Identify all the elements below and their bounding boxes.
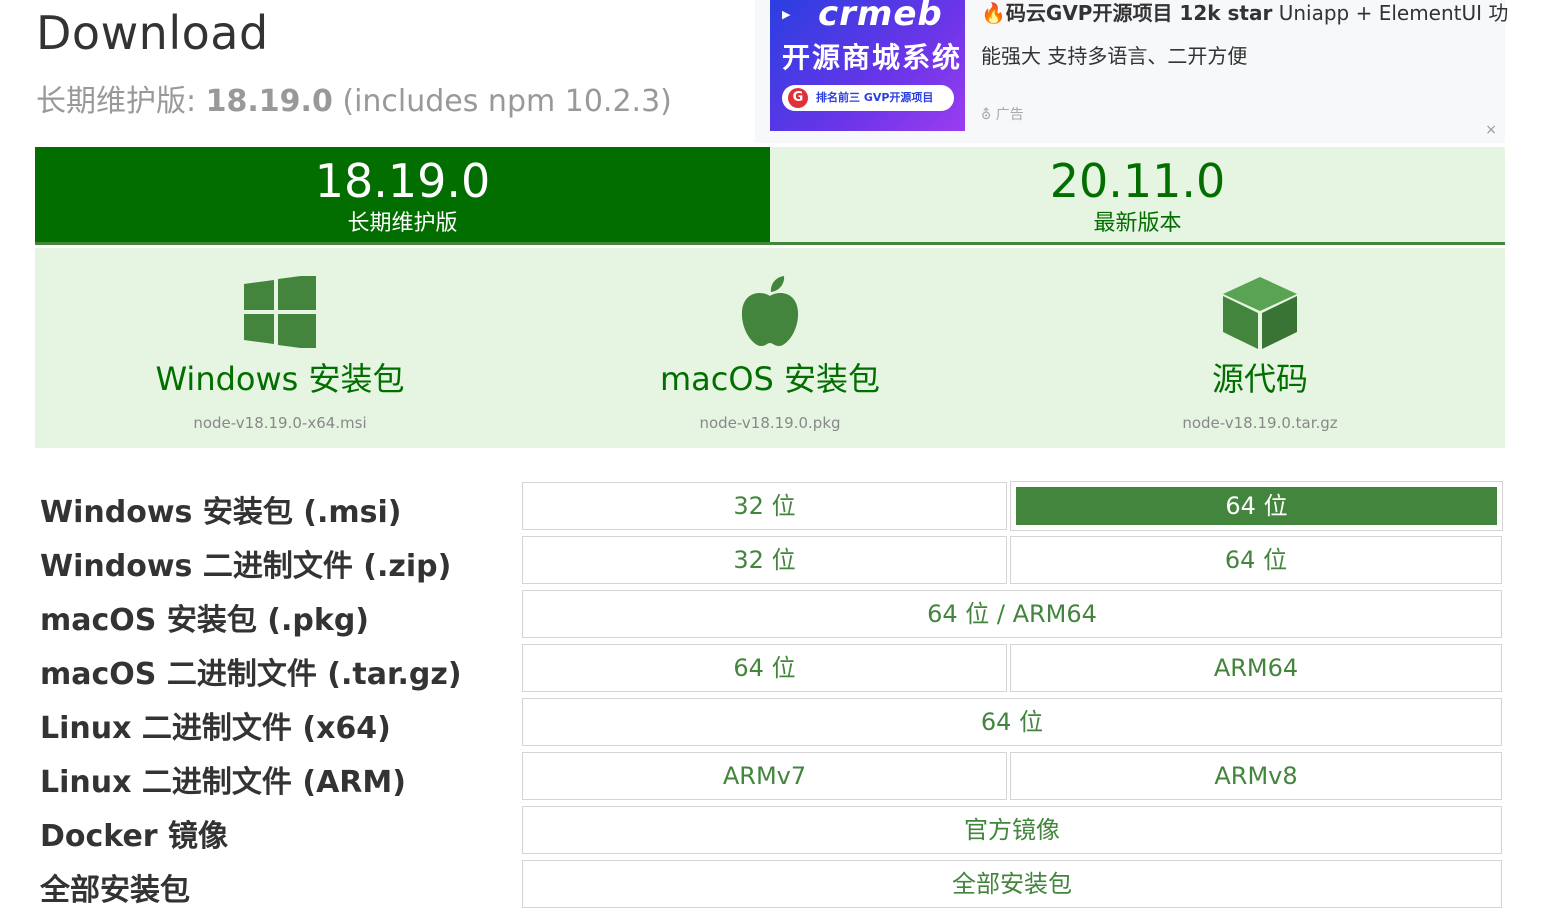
download-windows-zip-32[interactable]: 32 位 (522, 536, 1007, 584)
lts-version: 18.19.0 (205, 84, 333, 119)
tab-current[interactable]: 20.11.0 最新版本 (770, 147, 1505, 242)
tab-lts[interactable]: 18.19.0 长期维护版 (35, 147, 770, 242)
tab-lts-label: 长期维护版 (347, 211, 458, 236)
ad-image[interactable]: ▶ crmeb 开源商城系统 G 排名前三 GVP开源项目 (770, 0, 965, 131)
play-icon: ▶ (782, 8, 791, 21)
download-linux-armv7[interactable]: ARMv7 (522, 752, 1007, 800)
gitee-icon: G (788, 88, 808, 108)
download-all-installers[interactable]: 全部安装包 (522, 860, 1502, 908)
download-docker-image[interactable]: 官方镜像 (522, 806, 1502, 854)
apple-icon (741, 276, 799, 346)
ad-label: ⛢ 广告 (981, 104, 1024, 124)
ad-image-logo: crmeb (818, 0, 943, 34)
ad-title-bold: 码云GVP开源项目 12k star (1005, 1, 1273, 25)
download-windows-zip-64[interactable]: 64 位 (1010, 536, 1502, 584)
close-icon[interactable]: × (1485, 122, 1497, 138)
ad-banner[interactable]: ▶ crmeb 开源商城系统 G 排名前三 GVP开源项目 🔥码云GVP开源项目… (755, 0, 1508, 143)
source-code-file: node-v18.19.0.tar.gz (1182, 414, 1338, 432)
row-label-linux-arm: Linux 二进制文件 (ARM) (40, 765, 406, 800)
row-label-all: 全部安装包 (40, 873, 190, 908)
macos-installer-file: node-v18.19.0.pkg (699, 414, 841, 432)
box-icon (1223, 277, 1297, 349)
row-label-macos-pkg: macOS 安装包 (.pkg) (40, 603, 370, 638)
macos-installer-link[interactable]: macOS 安装包 node-v18.19.0.pkg (525, 248, 1015, 448)
macos-installer-name: macOS 安装包 (659, 360, 881, 398)
row-label-macos-targz: macOS 二进制文件 (.tar.gz) (40, 657, 462, 692)
download-macos-targz-arm64[interactable]: ARM64 (1010, 644, 1502, 692)
ad-title[interactable]: 🔥码云GVP开源项目 12k star Uniapp + ElementUI 功 (981, 0, 1508, 26)
windows-installer-link[interactable]: Windows 安装包 node-v18.19.0-x64.msi (35, 248, 525, 448)
download-linux-x64[interactable]: 64 位 (522, 698, 1502, 746)
download-windows-msi-32[interactable]: 32 位 (522, 482, 1007, 530)
ad-image-badge: G 排名前三 GVP开源项目 (782, 85, 954, 111)
page-title: Download (36, 6, 269, 60)
ad-image-headline: 开源商城系统 (782, 41, 963, 74)
fire-icon: 🔥 (981, 1, 1006, 25)
download-windows-msi-64[interactable]: 64 位 (1010, 481, 1503, 531)
tab-lts-version: 18.19.0 (314, 154, 491, 208)
row-label-docker: Docker 镜像 (40, 819, 229, 854)
tab-current-label: 最新版本 (1093, 211, 1182, 236)
windows-icon (244, 276, 316, 348)
ad-title-rest: Uniapp + ElementUI 功 (1272, 1, 1509, 25)
ad-marker-icon: ⛢ (981, 107, 992, 123)
windows-installer-name: Windows 安装包 (155, 360, 405, 398)
download-linux-armv8[interactable]: ARMv8 (1010, 752, 1502, 800)
ad-image-badge-text: 排名前三 GVP开源项目 (816, 91, 934, 104)
lts-prefix: 长期维护版: (36, 84, 206, 119)
lts-suffix: (includes npm 10.2.3) (332, 84, 672, 119)
ad-label-text: 广告 (995, 107, 1024, 123)
version-tabs: 18.19.0 长期维护版 20.11.0 最新版本 (35, 147, 1505, 245)
download-macos-pkg[interactable]: 64 位 / ARM64 (522, 590, 1502, 638)
source-code-link[interactable]: 源代码 node-v18.19.0.tar.gz (1015, 248, 1505, 448)
lts-version-line: 长期维护版: 18.19.0 (includes npm 10.2.3) (36, 76, 672, 120)
tab-current-version: 20.11.0 (1049, 154, 1226, 208)
row-label-linux-x64: Linux 二进制文件 (x64) (40, 711, 391, 746)
installer-section: Windows 安装包 node-v18.19.0-x64.msi macOS … (35, 248, 1505, 448)
download-macos-targz-64[interactable]: 64 位 (522, 644, 1007, 692)
source-code-name: 源代码 (1211, 360, 1308, 398)
windows-installer-file: node-v18.19.0-x64.msi (193, 414, 367, 432)
row-label-windows-zip: Windows 二进制文件 (.zip) (40, 549, 452, 584)
ad-title-line2[interactable]: 能强大 支持多语言、二开方便 (981, 40, 1247, 69)
row-label-windows-msi: Windows 安装包 (.msi) (40, 495, 402, 530)
